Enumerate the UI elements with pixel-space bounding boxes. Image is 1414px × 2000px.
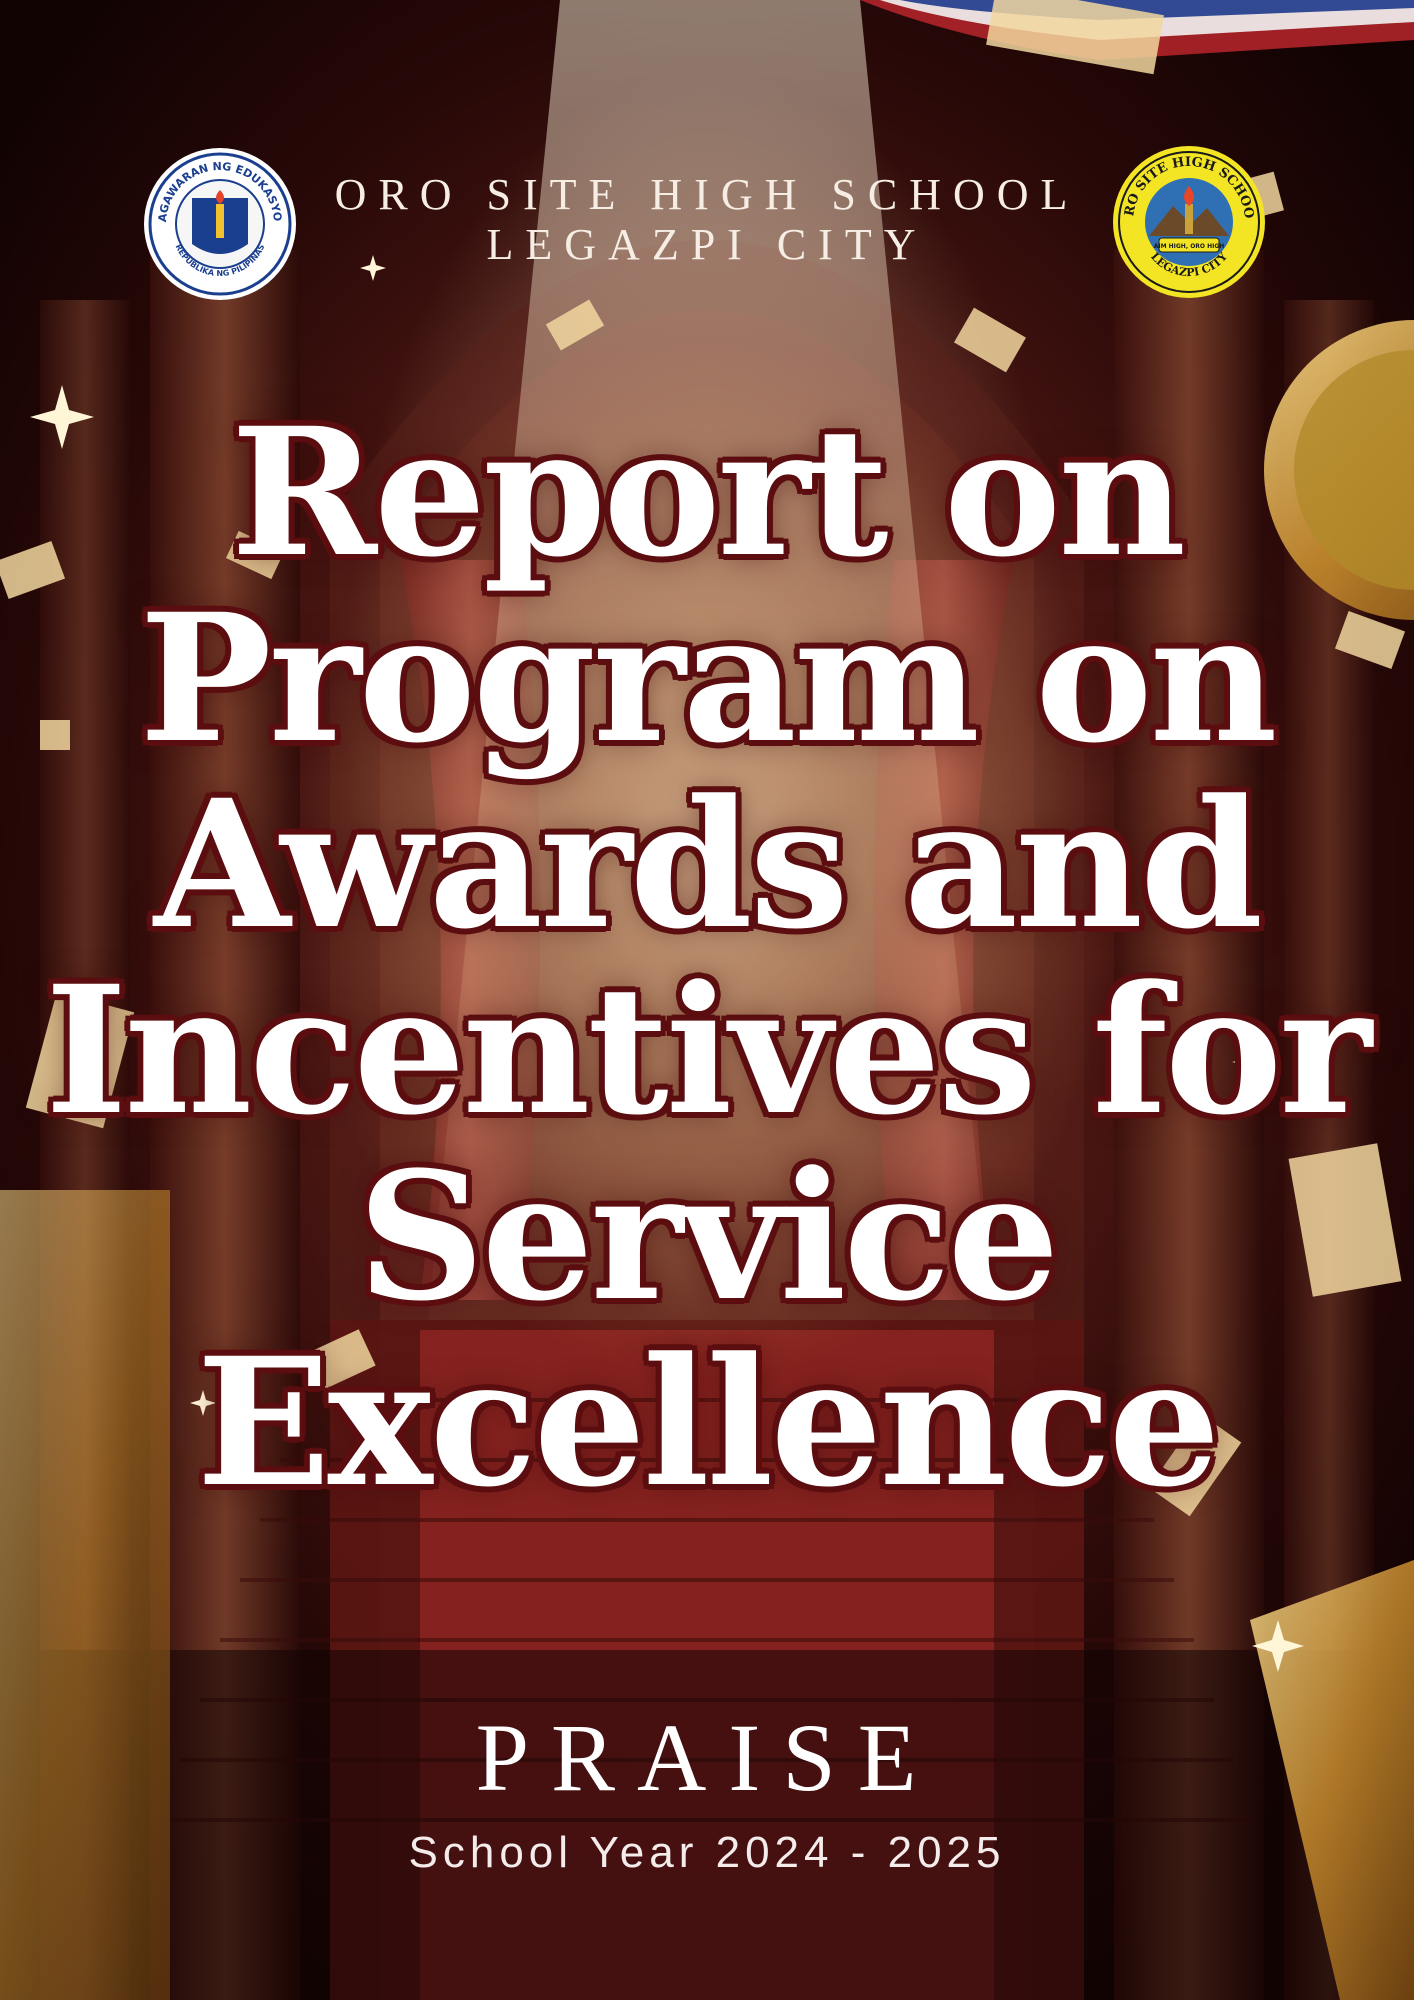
program-acronym: PRAISE — [475, 1704, 939, 1811]
title-line: Report on — [230, 389, 1186, 596]
title-line: Excellence — [196, 1319, 1220, 1526]
title-line: Incentives for — [45, 947, 1372, 1154]
school-header: ORO SITE HIGH SCHOOL LEGAZPI CITY — [0, 170, 1414, 270]
school-city: LEGAZPI CITY — [486, 220, 928, 269]
cover-page: KAGAWARAN NG EDUKASYON REPUBLIKA NG PILI… — [0, 0, 1414, 2000]
school-name: ORO SITE HIGH SCHOOL — [334, 170, 1080, 219]
title-line: Awards and — [153, 761, 1263, 968]
title-line: Program on — [139, 575, 1277, 782]
school-year: School Year 2024 - 2025 — [408, 1828, 1006, 1877]
title-line: Service — [357, 1133, 1059, 1340]
report-title: Report on Program on Awards and Incentiv… — [40, 400, 1374, 1516]
